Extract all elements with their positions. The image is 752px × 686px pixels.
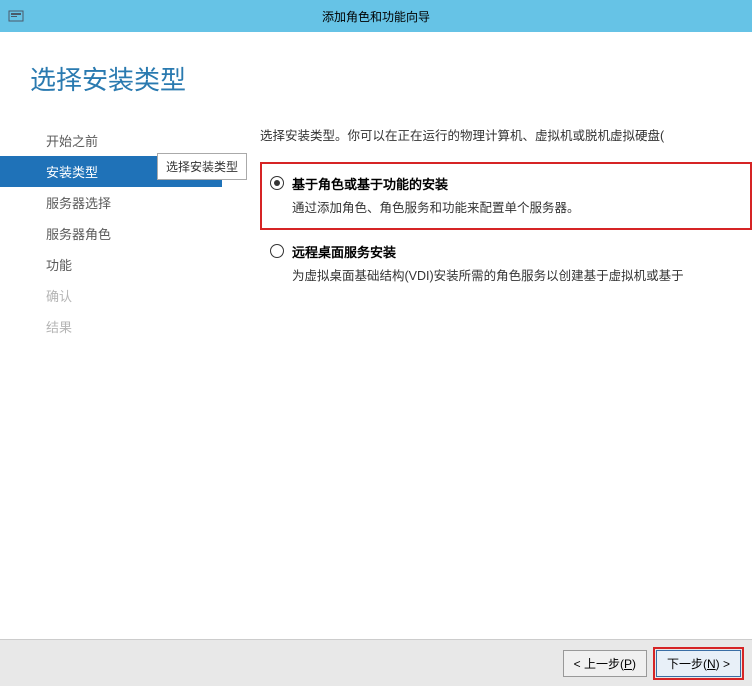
radio-icon[interactable]	[270, 244, 284, 258]
radio-icon[interactable]	[270, 176, 284, 190]
sidebar: 开始之前 安装类型 服务器选择 服务器角色 功能 确认 结果 选择安装类型	[0, 125, 250, 342]
option-desc: 通过添加角色、角色服务和功能来配置单个服务器。	[292, 197, 740, 216]
option-content: 基于角色或基于功能的安装 通过添加角色、角色服务和功能来配置单个服务器。	[292, 174, 740, 216]
option-title: 基于角色或基于功能的安装	[292, 174, 740, 193]
sidebar-tooltip: 选择安装类型	[157, 153, 247, 180]
sidebar-item-label: 结果	[46, 320, 72, 335]
option-role-based[interactable]: 基于角色或基于功能的安装 通过添加角色、角色服务和功能来配置单个服务器。	[260, 162, 752, 230]
next-button[interactable]: 下一步(N) >	[656, 650, 741, 677]
sidebar-item-label: 开始之前	[46, 134, 98, 149]
footer: < 上一步(P) 下一步(N) >	[0, 639, 752, 686]
next-button-highlight: 下一步(N) >	[653, 647, 744, 680]
main-body: 开始之前 安装类型 服务器选择 服务器角色 功能 确认 结果 选择安装类型	[0, 125, 752, 342]
prev-label: < 上一步(P)	[574, 657, 636, 671]
sidebar-item-server-selection[interactable]: 服务器选择	[20, 187, 250, 218]
sidebar-item-label: 确认	[46, 289, 72, 304]
window-title: 添加角色和功能向导	[0, 8, 752, 25]
option-title: 远程桌面服务安装	[292, 242, 752, 261]
option-content: 远程桌面服务安装 为虚拟桌面基础结构(VDI)安装所需的角色服务以创建基于虚拟机…	[292, 242, 752, 284]
sidebar-item-server-roles[interactable]: 服务器角色	[20, 218, 250, 249]
titlebar: 添加角色和功能向导	[0, 0, 752, 32]
sidebar-item-label: 服务器角色	[46, 227, 111, 242]
next-label: 下一步(N) >	[667, 657, 730, 671]
sidebar-item-features[interactable]: 功能	[20, 249, 250, 280]
option-remote-desktop[interactable]: 远程桌面服务安装 为虚拟桌面基础结构(VDI)安装所需的角色服务以创建基于虚拟机…	[260, 238, 752, 288]
content-area: 选择安装类型 开始之前 安装类型 服务器选择 服务器角色 功能 确认 结果	[0, 32, 752, 639]
sidebar-item-label: 功能	[46, 258, 72, 273]
prev-button[interactable]: < 上一步(P)	[563, 650, 647, 677]
sidebar-item-before-start[interactable]: 开始之前	[20, 125, 250, 156]
app-icon	[8, 8, 24, 24]
page-title: 选择安装类型	[0, 32, 752, 97]
intro-text: 选择安装类型。你可以在正在运行的物理计算机、虚拟机或脱机虚拟硬盘(	[260, 125, 752, 144]
sidebar-item-label: 安装类型	[46, 165, 98, 180]
sidebar-item-label: 服务器选择	[46, 196, 111, 211]
sidebar-item-results: 结果	[20, 311, 250, 342]
option-desc: 为虚拟桌面基础结构(VDI)安装所需的角色服务以创建基于虚拟机或基于	[292, 265, 752, 284]
sidebar-item-confirm: 确认	[20, 280, 250, 311]
main-panel: 选择安装类型。你可以在正在运行的物理计算机、虚拟机或脱机虚拟硬盘( 基于角色或基…	[250, 125, 752, 342]
